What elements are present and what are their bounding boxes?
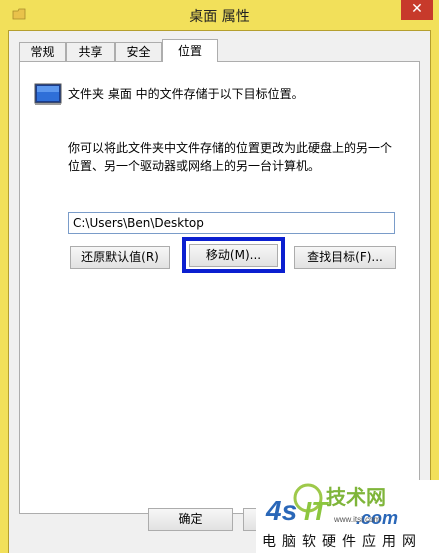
close-button[interactable]: ✕ <box>401 0 433 20</box>
dialog-body: 常规 共享 安全 位置 文件夹 桌面 中的文件存储于以下目标位置。 你可以将此文… <box>8 30 431 553</box>
ok-button[interactable]: 确定 <box>148 508 233 531</box>
monitor-folder-icon <box>34 83 62 105</box>
site-logo: 4s IT 技术网 .com www.itsi.com <box>265 483 398 528</box>
title-bar[interactable]: 桌面 属性 ✕ <box>0 0 439 30</box>
tab-security[interactable]: 安全 <box>115 42 162 61</box>
window-title: 桌面 属性 <box>189 9 250 25</box>
move-button[interactable]: 移动(M)... <box>189 244 278 267</box>
restore-default-button[interactable]: 还原默认值(R) <box>70 246 170 269</box>
properties-window: 桌面 属性 ✕ 常规 共享 安全 位置 文件夹 桌面 中的文件存储于以下目标位置… <box>0 0 439 553</box>
location-panel: 文件夹 桌面 中的文件存储于以下目标位置。 你可以将此文件夹中文件存储的位置更改… <box>19 61 420 514</box>
find-target-button[interactable]: 查找目标(F)... <box>294 246 396 269</box>
watermark: 4s IT 技术网 .com www.itsi.com 电脑软硬件应用网 <box>256 480 439 553</box>
tab-general[interactable]: 常规 <box>19 42 66 61</box>
path-input[interactable] <box>68 212 395 234</box>
svg-text:技术网: 技术网 <box>326 485 386 509</box>
location-description: 你可以将此文件夹中文件存储的位置更改为此硬盘上的另一个位置、另一个驱动器或网络上… <box>68 141 393 173</box>
tab-sharing[interactable]: 共享 <box>66 42 115 61</box>
watermark-text: 电脑软硬件应用网 <box>262 534 422 550</box>
tab-location[interactable]: 位置 <box>162 39 218 62</box>
svg-text:www.itsi.com: www.itsi.com <box>333 515 381 524</box>
location-heading: 文件夹 桌面 中的文件存储于以下目标位置。 <box>68 87 304 101</box>
svg-text:4s: 4s <box>265 495 297 526</box>
